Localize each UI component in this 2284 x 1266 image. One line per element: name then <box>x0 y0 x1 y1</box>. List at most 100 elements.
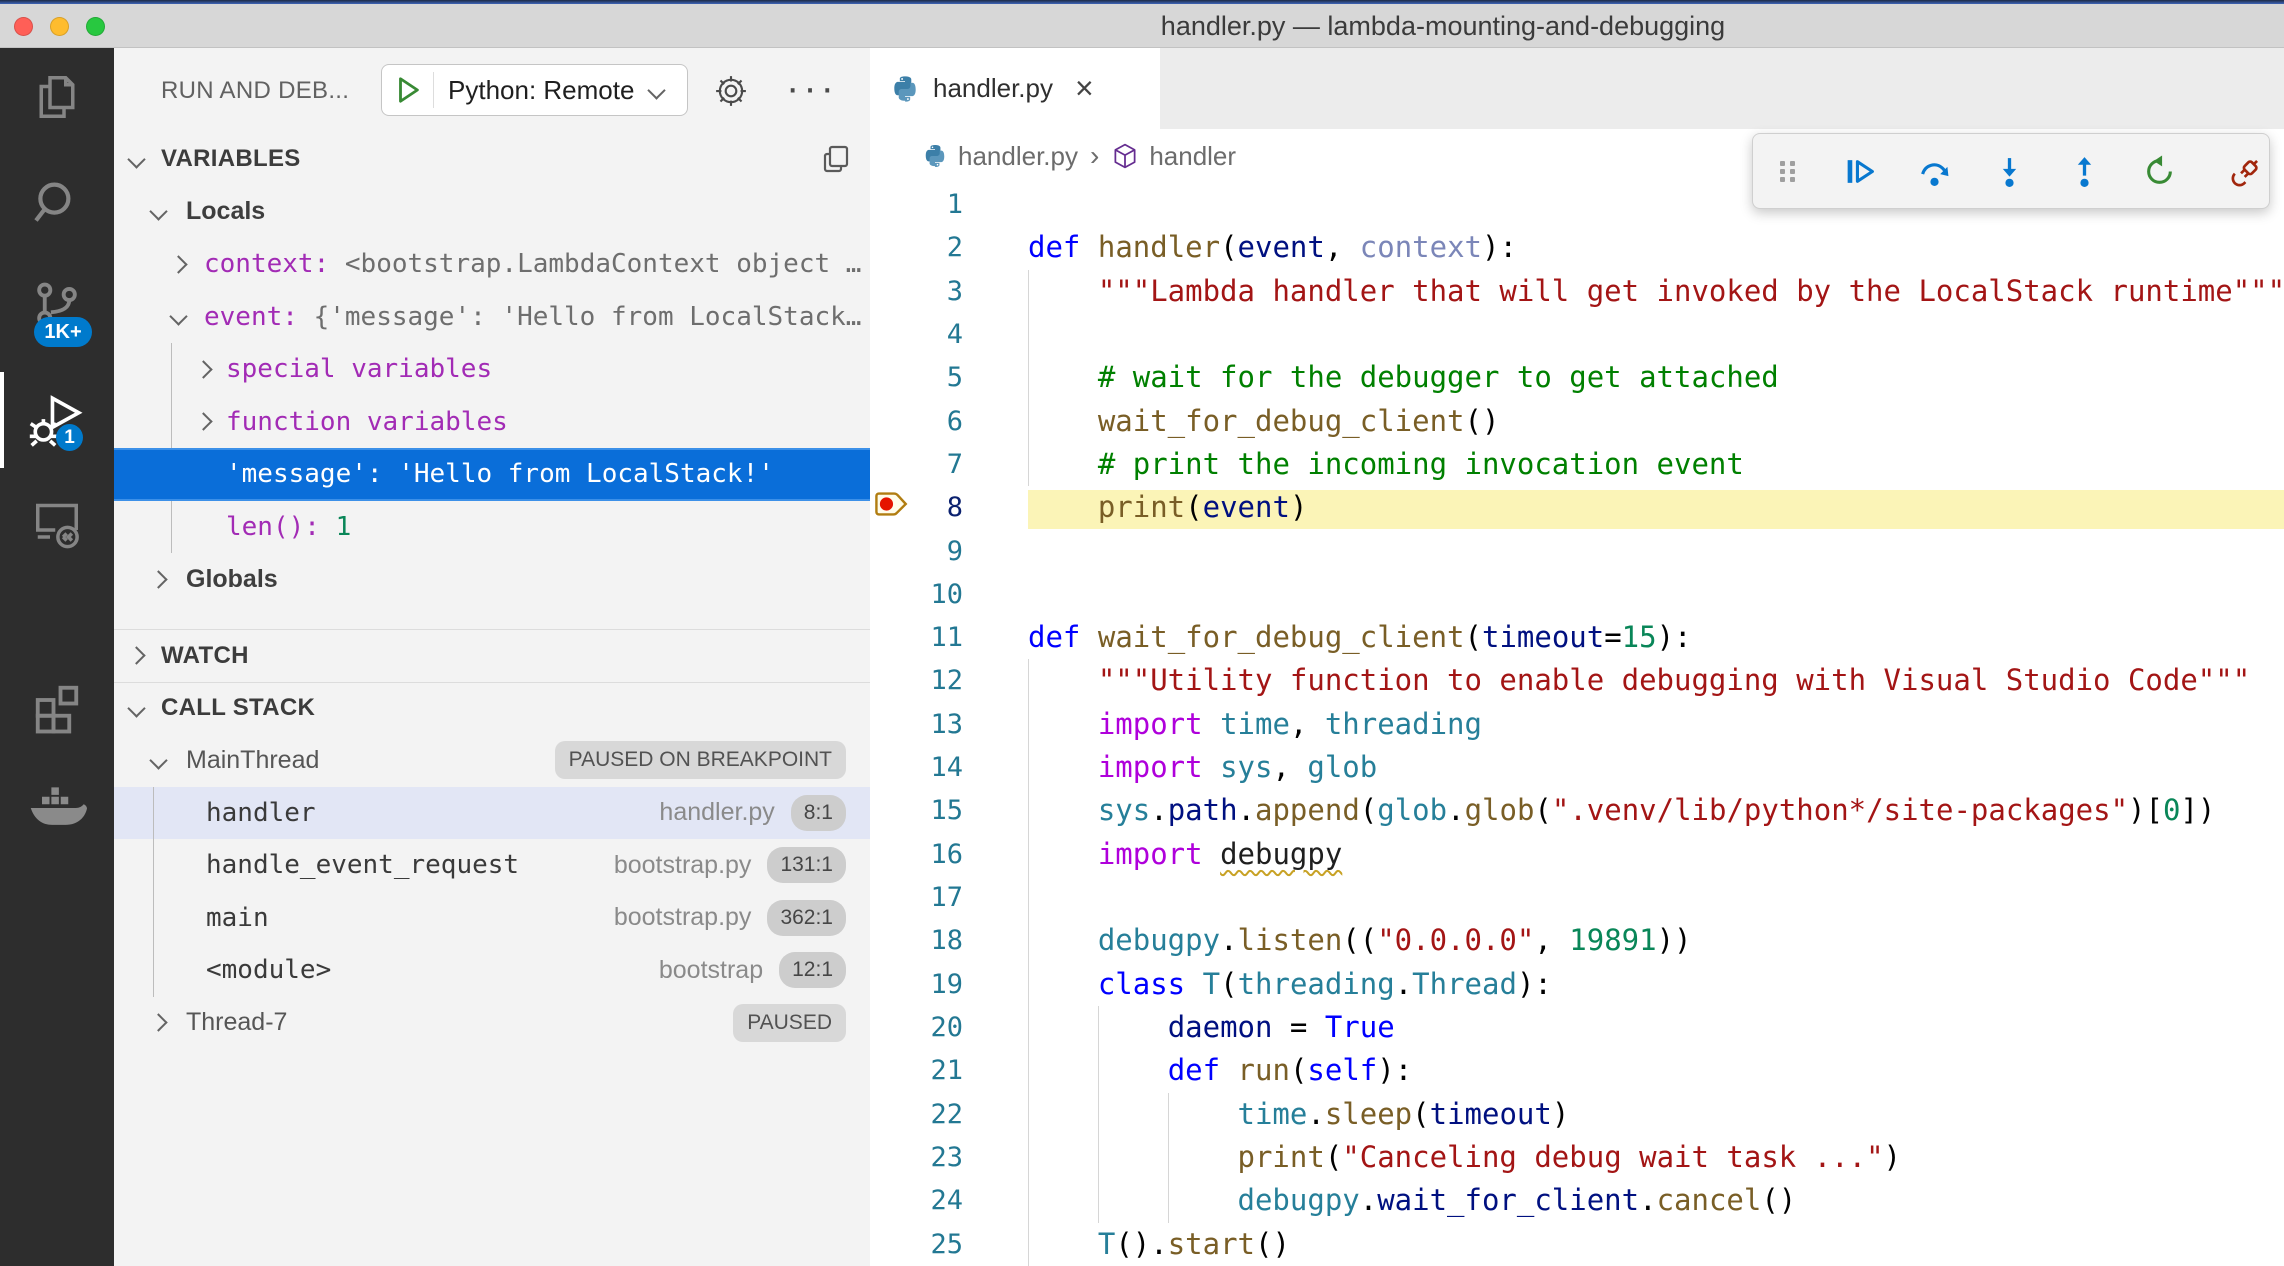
call-stack-section-header[interactable]: CALL STACK <box>114 682 870 735</box>
code-line[interactable]: 22 time.sleep(timeout) <box>870 1093 2284 1136</box>
code-line[interactable]: 13 import time, threading <box>870 703 2284 746</box>
code-line-text: debugpy.wait_for_client.cancel() <box>1028 1179 1796 1222</box>
code-line[interactable]: 24 debugpy.wait_for_client.cancel() <box>870 1179 2284 1222</box>
tab-label: handler.py <box>933 73 1053 104</box>
chevron-down-icon <box>127 699 145 717</box>
docker-icon <box>27 778 87 838</box>
sidebar-item-search[interactable] <box>0 155 114 251</box>
sidebar-item-explorer[interactable] <box>0 49 114 145</box>
sidebar-item-extensions[interactable] <box>0 659 114 755</box>
line-number: 5 <box>870 356 963 399</box>
line-number: 12 <box>870 659 963 702</box>
vscode-window: handler.py — lambda-mounting-and-debuggi… <box>0 0 2284 1266</box>
sidebar-title: RUN AND DEB... <box>161 48 349 133</box>
line-number: 24 <box>870 1179 963 1222</box>
breakpoint-current-line-icon[interactable] <box>874 489 911 524</box>
variable-row[interactable]: len(): 1 <box>114 501 870 554</box>
step-over-button[interactable] <box>1918 155 1951 188</box>
code-line[interactable]: 3 """Lambda handler that will get invoke… <box>870 270 2284 313</box>
call-stack-thread-row[interactable]: Thread-7PAUSED <box>114 997 870 1050</box>
code-line[interactable]: 2def handler(event, context): <box>870 226 2284 269</box>
line-number: 22 <box>870 1093 963 1136</box>
frame-file: handler.py <box>659 798 790 827</box>
variable-value: 1 <box>320 512 351 542</box>
chevron-right-icon <box>149 1014 167 1032</box>
frame-file: bootstrap <box>659 956 779 985</box>
code-line[interactable]: 9 <box>870 530 2284 573</box>
code-line[interactable]: 18 debugpy.listen(("0.0.0.0", 19891)) <box>870 919 2284 962</box>
code-line[interactable]: 5 # wait for the debugger to get attache… <box>870 356 2284 399</box>
spacer <box>114 606 870 630</box>
collapse-variables-icon[interactable] <box>820 143 852 180</box>
chevron-right-icon <box>194 413 212 431</box>
close-tab-icon[interactable]: × <box>1075 70 1094 107</box>
continue-button[interactable] <box>1843 155 1876 188</box>
variable-row[interactable]: 'message': 'Hello from LocalStack!' <box>114 448 870 501</box>
variables-scope-globals[interactable]: Globals <box>114 553 870 606</box>
call-stack-frame-row[interactable]: handle_event_requestbootstrap.py131:1 <box>114 839 870 892</box>
frame-file: bootstrap.py <box>614 851 768 880</box>
gear-icon[interactable] <box>714 74 748 108</box>
code-line[interactable]: 12 """Utility function to enable debuggi… <box>870 659 2284 702</box>
watch-header-label: WATCH <box>161 642 249 670</box>
code-line[interactable]: 11def wait_for_debug_client(timeout=15): <box>870 616 2284 659</box>
code-line[interactable]: 10 <box>870 573 2284 616</box>
frame-name: main <box>206 903 269 933</box>
call-stack-frame-row[interactable]: mainbootstrap.py362:1 <box>114 892 870 945</box>
variable-row[interactable]: function variables <box>114 396 870 449</box>
step-into-button[interactable] <box>1993 155 2026 188</box>
code-line[interactable]: 7 # print the incoming invocation event <box>870 443 2284 486</box>
code-line[interactable]: 16 import debugpy <box>870 833 2284 876</box>
variable-row[interactable]: context: <bootstrap.LambdaContext object… <box>114 238 870 291</box>
debug-config-dropdown[interactable]: Python: Remote <box>381 64 688 116</box>
code-line[interactable]: 25 T().start() <box>870 1223 2284 1266</box>
close-window-button[interactable] <box>14 17 33 36</box>
call-stack-frame-row[interactable]: <module>bootstrap12:1 <box>114 944 870 997</box>
watch-section-header[interactable]: WATCH <box>114 629 870 682</box>
start-debug-icon[interactable] <box>393 75 423 105</box>
step-out-button[interactable] <box>2068 155 2101 188</box>
tab-handler-py[interactable]: handler.py × <box>870 48 1160 129</box>
debug-toolbar <box>1752 133 2270 209</box>
more-actions-icon[interactable]: ··· <box>786 48 838 128</box>
code-line[interactable]: 6 wait_for_debug_client() <box>870 400 2284 443</box>
disconnect-button[interactable] <box>2230 155 2263 188</box>
code-line[interactable]: 4 <box>870 313 2284 356</box>
code-line[interactable]: 8 print(event) <box>870 486 2284 529</box>
variables-section-header[interactable]: VARIABLES <box>114 133 870 186</box>
code-area[interactable]: 12def handler(event, context):3 """Lambd… <box>870 183 2284 1266</box>
minimize-window-button[interactable] <box>50 17 69 36</box>
variable-row[interactable]: special variables <box>114 343 870 396</box>
sidebar-item-remote-explorer[interactable] <box>0 475 114 571</box>
chevron-right-icon <box>194 360 212 378</box>
variable-row[interactable]: event: {'message': 'Hello from LocalStac… <box>114 291 870 344</box>
code-line[interactable]: 14 import sys, glob <box>870 746 2284 789</box>
source-control-badge: 1K+ <box>34 317 92 347</box>
code-line[interactable]: 17 <box>870 876 2284 919</box>
breadcrumb-separator: › <box>1090 140 1099 172</box>
zoom-window-button[interactable] <box>86 17 105 36</box>
restart-button[interactable] <box>2143 155 2176 188</box>
code-line[interactable]: 20 daemon = True <box>870 1006 2284 1049</box>
drag-handle-icon[interactable] <box>1775 155 1801 188</box>
variable-name: 'message': <box>226 459 383 489</box>
breadcrumb-symbol[interactable]: handler <box>1149 141 1236 172</box>
chevron-right-icon <box>169 255 187 273</box>
call-stack-frame-row[interactable]: handlerhandler.py8:1 <box>114 787 870 840</box>
code-line[interactable]: 23 print("Canceling debug wait task ..."… <box>870 1136 2284 1179</box>
line-number: 17 <box>870 876 963 919</box>
sidebar-item-docker[interactable] <box>0 760 114 856</box>
breadcrumb-file[interactable]: handler.py <box>958 141 1078 172</box>
sidebar-item-run-and-debug[interactable] <box>0 372 114 468</box>
line-number: 20 <box>870 1006 963 1049</box>
line-number: 23 <box>870 1136 963 1179</box>
line-number: 15 <box>870 789 963 832</box>
code-line[interactable]: 15 sys.path.append(glob.glob(".venv/lib/… <box>870 789 2284 832</box>
code-line[interactable]: 21 def run(self): <box>870 1049 2284 1092</box>
variable-value: <bootstrap.LambdaContext object … <box>329 249 861 279</box>
variables-scope-locals[interactable]: Locals <box>114 186 870 239</box>
line-number: 6 <box>870 400 963 443</box>
thread-name: MainThread <box>186 746 319 775</box>
code-line[interactable]: 19 class T(threading.Thread): <box>870 963 2284 1006</box>
call-stack-thread-row[interactable]: MainThreadPAUSED ON BREAKPOINT <box>114 734 870 787</box>
